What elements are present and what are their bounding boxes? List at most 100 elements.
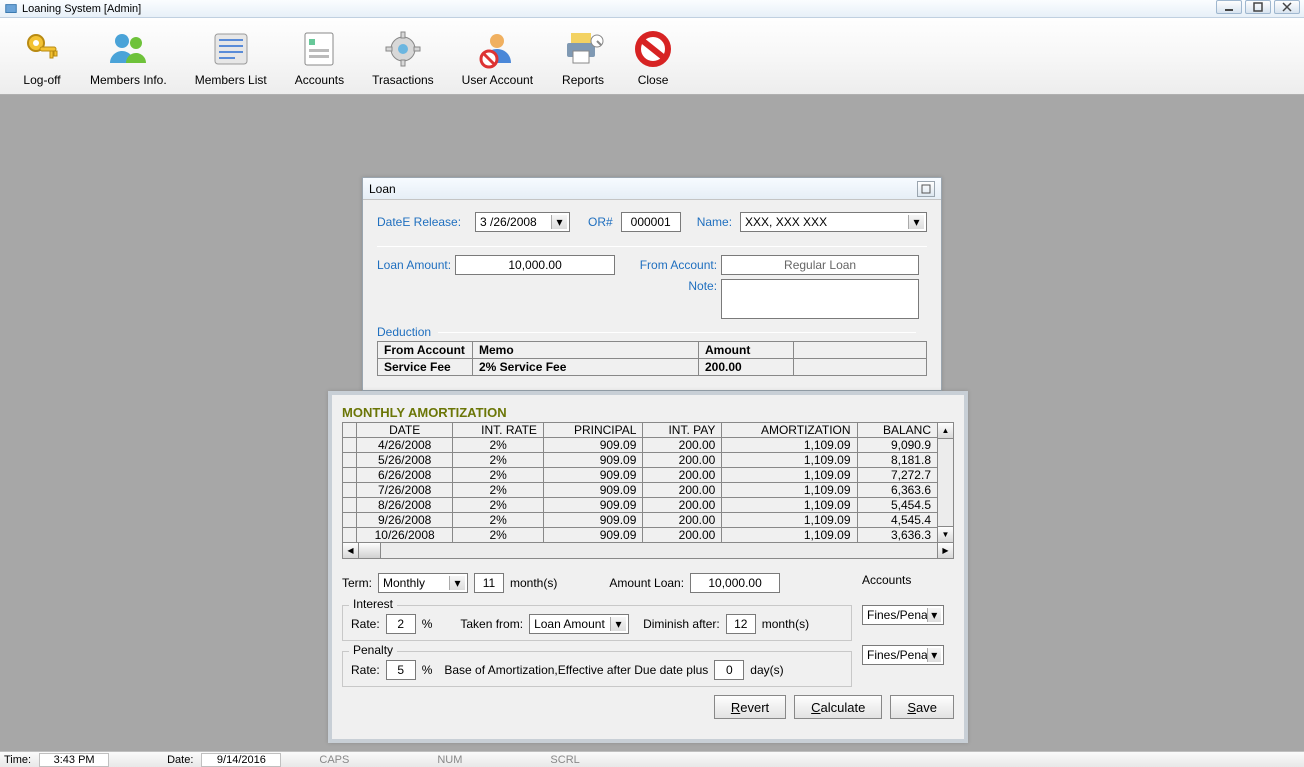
interest-rate-label: Rate: (351, 617, 380, 631)
tool-log-off[interactable]: Log-off (8, 18, 76, 94)
chevron-down-icon: ▾ (927, 648, 941, 662)
penalty-rate-label: Rate: (351, 663, 380, 677)
interest-rate-input[interactable] (386, 614, 416, 634)
loan-amount-label: Loan Amount: (377, 258, 451, 272)
table-row[interactable]: 6/26/20082%909.09200.001,109.097,272.7 (343, 468, 938, 483)
table-row[interactable]: 5/26/20082%909.09200.001,109.098,181.8 (343, 453, 938, 468)
key-icon (22, 25, 62, 73)
window-minimize-button[interactable] (1216, 0, 1242, 14)
table-row[interactable]: 8/26/20082%909.09200.001,109.095,454.5 (343, 498, 938, 513)
term-unit: month(s) (510, 576, 557, 590)
tool-accounts[interactable]: Accounts (281, 18, 358, 94)
amort-hscroll[interactable]: ◀ ▶ (342, 543, 954, 559)
account2-input[interactable]: Fines/Penalt ▾ (862, 645, 944, 665)
status-bar: Time: 3:43 PM Date: 9/14/2016 CAPS NUM S… (0, 751, 1304, 767)
penalty-days-input[interactable] (714, 660, 744, 680)
chevron-down-icon: ▾ (908, 215, 924, 229)
name-input[interactable]: XXX, XXX XXX ▾ (740, 212, 927, 232)
tool-members-list[interactable]: Members List (181, 18, 281, 94)
account2-value: Fines/Penalt (867, 648, 927, 662)
revert-button[interactable]: Revert (714, 695, 786, 719)
accounts-label: Accounts (862, 573, 954, 587)
status-time-label: Time: (4, 754, 31, 766)
taken-from-label: Taken from: (460, 617, 523, 631)
from-account-label: From Account: (631, 258, 717, 272)
diminish-unit: month(s) (762, 617, 809, 631)
chevron-down-icon: ▾ (551, 215, 567, 229)
scroll-down-icon: ▼ (938, 526, 953, 542)
deduction-memo: 2% Service Fee (473, 359, 699, 376)
deduction-col-amount: Amount (699, 342, 794, 359)
user-icon (477, 25, 517, 73)
penalty-legend: Penalty (349, 643, 397, 657)
date-release-input[interactable]: 3 /26/2008 ▾ (475, 212, 570, 232)
scroll-left-icon: ◀ (343, 543, 359, 558)
people-icon (106, 25, 150, 73)
penalty-base-text: Base of Amortization,Effective after Due… (444, 663, 708, 677)
or-input[interactable] (621, 212, 681, 232)
loan-window: Loan DateE Release: 3 /26/2008 ▾ OR# Nam… (362, 177, 942, 391)
mdi-client-area: Loan DateE Release: 3 /26/2008 ▾ OR# Nam… (0, 95, 1304, 751)
status-caps: CAPS (319, 754, 349, 766)
table-row[interactable]: 9/26/20082%909.09200.001,109.094,545.4 (343, 513, 938, 528)
col-intpay: INT. PAY (643, 423, 722, 438)
app-title: Loaning System [Admin] (22, 3, 141, 15)
penalty-pct: % (422, 663, 433, 677)
status-time-value: 3:43 PM (39, 753, 109, 767)
status-scrl: SCRL (550, 754, 579, 766)
from-account-input[interactable] (721, 255, 919, 275)
loan-window-close-button[interactable] (917, 181, 935, 197)
term-count-input[interactable] (474, 573, 504, 593)
window-close-button[interactable] (1274, 0, 1300, 14)
table-row[interactable]: Service Fee 2% Service Fee 200.00 (378, 359, 927, 376)
table-row[interactable]: 10/26/20082%909.09200.001,109.093,636.3 (343, 528, 938, 543)
tool-close[interactable]: Close (619, 18, 687, 94)
note-label: Note: (631, 279, 717, 293)
or-label: OR# (588, 215, 613, 229)
account1-input[interactable]: Fines/Penalt ▾ (862, 605, 944, 625)
scroll-up-icon: ▲ (938, 423, 953, 439)
tool-label: Log-off (23, 73, 60, 87)
tool-label: Accounts (295, 73, 344, 87)
amort-vscroll[interactable]: ▲ ▼ (938, 422, 954, 543)
deduction-col-from: From Account (378, 342, 473, 359)
table-row[interactable]: 4/26/20082%909.09200.001,109.099,090.9 (343, 438, 938, 453)
calculate-button[interactable]: Calculate (794, 695, 882, 719)
taken-from-value: Loan Amount (534, 617, 605, 631)
name-label: Name: (697, 215, 732, 229)
amount-loan-input[interactable] (690, 573, 780, 593)
table-row[interactable]: 7/26/20082%909.09200.001,109.096,363.6 (343, 483, 938, 498)
loan-amount-input[interactable] (455, 255, 615, 275)
scroll-right-icon: ▶ (937, 543, 953, 558)
tool-transactions[interactable]: Trasactions (358, 18, 448, 94)
term-mode-input[interactable]: Monthly ▾ (378, 573, 468, 593)
col-amort: AMORTIZATION (722, 423, 857, 438)
app-title-bar: Loaning System [Admin] (0, 0, 1304, 18)
interest-fieldset: Interest Rate: % Taken from: Loan Amount… (342, 605, 852, 641)
interest-legend: Interest (349, 597, 397, 611)
note-input[interactable] (721, 279, 919, 319)
amortization-table: DATE INT. RATE PRINCIPAL INT. PAY AMORTI… (342, 422, 938, 543)
term-label: Term: (342, 576, 372, 590)
tool-label: Members List (195, 73, 267, 87)
interest-pct: % (422, 617, 433, 631)
penalty-fieldset: Penalty Rate: % Base of Amortization,Eff… (342, 651, 852, 687)
diminish-label: Diminish after: (643, 617, 720, 631)
window-maximize-button[interactable] (1245, 0, 1271, 14)
date-release-value: 3 /26/2008 (480, 215, 537, 229)
taken-from-input[interactable]: Loan Amount ▾ (529, 614, 629, 634)
tool-label: User Account (462, 73, 533, 87)
tool-label: Members Info. (90, 73, 167, 87)
deduction-col-blank (794, 342, 927, 359)
penalty-rate-input[interactable] (386, 660, 416, 680)
tool-members-info[interactable]: Members Info. (76, 18, 181, 94)
tool-reports[interactable]: Reports (547, 18, 619, 94)
term-mode-value: Monthly (383, 576, 425, 590)
gear-icon (383, 25, 423, 73)
printer-icon (561, 25, 605, 73)
tool-label: Reports (562, 73, 604, 87)
save-button[interactable]: Save (890, 695, 954, 719)
tool-user-account[interactable]: User Account (448, 18, 547, 94)
diminish-input[interactable] (726, 614, 756, 634)
status-date-value: 9/14/2016 (201, 753, 281, 767)
